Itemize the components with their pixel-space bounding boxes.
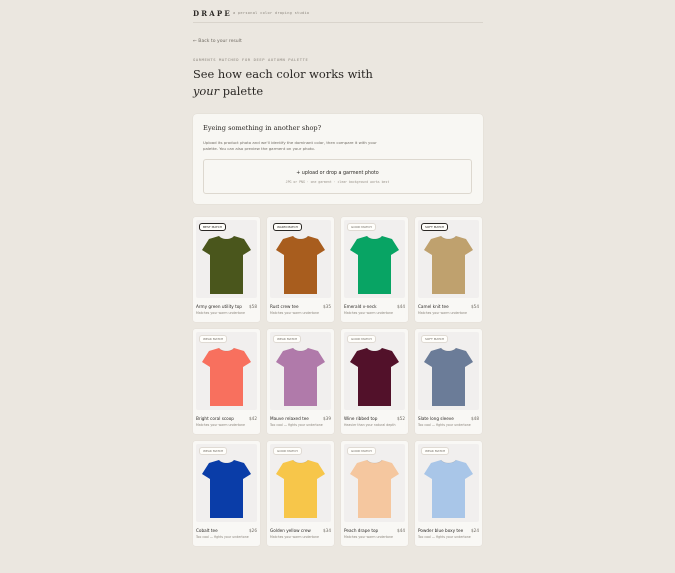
product-note: Matches your warm undertone — [196, 423, 245, 427]
tshirt-icon — [350, 235, 399, 294]
product-image: GOOD MATCH — [344, 220, 405, 298]
product-note: Heavier than your natural depth — [344, 423, 396, 427]
product-image: BEST MATCH — [196, 220, 257, 298]
product-note: Matches your warm undertone — [418, 311, 467, 315]
tshirt-icon — [424, 459, 473, 518]
upload-description: Upload its product photo and we'll ident… — [203, 140, 377, 152]
product-note: Matches your warm undertone — [270, 311, 319, 315]
product-price: $24 — [471, 528, 479, 533]
product-note: Matches your warm undertone — [344, 535, 393, 539]
product-name: Golden yellow crew — [270, 528, 311, 533]
product-name: Wine ribbed top — [344, 416, 378, 421]
garment-photo-dropzone[interactable]: + upload or drop a garment photo JPG or … — [203, 159, 472, 194]
product-image: WARM MATCH — [270, 220, 331, 298]
product-price: $54 — [471, 304, 479, 309]
title-emphasis: your — [193, 84, 220, 98]
product-price: $39 — [323, 416, 331, 421]
brand-logo[interactable]: DRAPE — [193, 9, 232, 18]
product-name: Peach drape top — [344, 528, 379, 533]
tshirt-icon — [424, 235, 473, 294]
product-note: Too cool — fights your undertone — [418, 423, 471, 427]
product-price: $44 — [397, 304, 405, 309]
tshirt-icon — [202, 459, 251, 518]
upload-heading: Eyeing something in another shop? — [203, 124, 322, 132]
product-image: GOOD MATCH — [344, 444, 405, 522]
product-note: Matches your warm undertone — [270, 535, 319, 539]
product-price: $48 — [471, 416, 479, 421]
brand-tagline: a personal color draping studio — [233, 11, 310, 15]
product-price: $58 — [249, 304, 257, 309]
product-name: Powder blue boxy tee — [418, 528, 464, 533]
title-suffix: palette — [219, 84, 264, 98]
product-price: $42 — [249, 416, 257, 421]
tshirt-icon — [276, 459, 325, 518]
tshirt-icon — [276, 235, 325, 294]
product-price: $35 — [323, 304, 331, 309]
product-card[interactable]: WEAK MATCH Cobalt tee $26 Too cool — fights… — [193, 441, 260, 546]
tshirt-icon — [202, 235, 251, 294]
product-image: GOOD MATCH — [270, 444, 331, 522]
product-name: Slate long sleeve — [418, 416, 454, 421]
product-card[interactable]: WEAK MATCH Bright coral scoop $42 Matches y… — [193, 329, 260, 434]
match-badge: GOOD MATCH — [347, 447, 376, 455]
match-badge: WEAK MATCH — [273, 335, 302, 343]
product-price: $52 — [397, 416, 405, 421]
product-image: WEAK MATCH — [270, 332, 331, 410]
product-card[interactable]: WEAK MATCH Mauve relaxed tee $39 Too cool —… — [267, 329, 334, 434]
product-name: Bright coral scoop — [196, 416, 234, 421]
match-badge: SOFT MATCH — [421, 223, 449, 231]
product-image: WEAK MATCH — [196, 332, 257, 410]
product-card[interactable]: GOOD MATCH Wine ribbed top $52 Heavier than… — [341, 329, 408, 434]
upload-card: Eyeing something in another shop? Upload… — [193, 114, 483, 204]
match-badge: GOOD MATCH — [347, 223, 376, 231]
product-name: Emerald v-neck — [344, 304, 377, 309]
product-price: $44 — [397, 528, 405, 533]
product-card[interactable]: WARM MATCH Rust crew tee $35 Matches your w… — [267, 217, 334, 322]
product-image: SOFT MATCH — [418, 332, 479, 410]
tshirt-icon — [350, 459, 399, 518]
match-badge: WEAK MATCH — [199, 335, 228, 343]
tshirt-icon — [276, 347, 325, 406]
product-image: GOOD MATCH — [344, 332, 405, 410]
section-eyebrow: GARMENTS MATCHED FOR DEEP AUTUMN PALETTE — [193, 57, 309, 62]
product-note: Matches your warm undertone — [196, 311, 245, 315]
tshirt-icon — [424, 347, 473, 406]
product-name: Mauve relaxed tee — [270, 416, 309, 421]
product-card[interactable]: SOFT MATCH Slate long sleeve $48 Too cool —… — [415, 329, 482, 434]
product-card[interactable]: GOOD MATCH Peach drape top $44 Matches your… — [341, 441, 408, 546]
match-badge: SOFT MATCH — [421, 335, 449, 343]
product-note: Too cool — fights your undertone — [418, 535, 471, 539]
product-card[interactable]: BEST MATCH Army green utility top $58 Match… — [193, 217, 260, 322]
match-badge: GOOD MATCH — [347, 335, 376, 343]
match-badge: BEST MATCH — [199, 223, 227, 231]
page-title: See how each color works with your palet… — [193, 66, 393, 100]
product-card[interactable]: WEAK MATCH Powder blue boxy tee $24 Too coo… — [415, 441, 482, 546]
tshirt-icon — [202, 347, 251, 406]
title-prefix: See how each color works with — [193, 67, 373, 81]
product-image: SOFT MATCH — [418, 220, 479, 298]
product-name: Cobalt tee — [196, 528, 218, 533]
product-card[interactable]: GOOD MATCH Golden yellow crew $34 Matches y… — [267, 441, 334, 546]
product-price: $26 — [249, 528, 257, 533]
match-badge: GOOD MATCH — [273, 447, 302, 455]
product-price: $34 — [323, 528, 331, 533]
site-header: DRAPE a personal color draping studio — [193, 9, 483, 23]
product-name: Camel knit tee — [418, 304, 449, 309]
match-badge: WEAK MATCH — [421, 447, 450, 455]
product-note: Too cool — fights your undertone — [196, 535, 249, 539]
match-badge: WEAK MATCH — [199, 447, 228, 455]
product-name: Army green utility top — [196, 304, 242, 309]
product-card[interactable]: SOFT MATCH Camel knit tee $54 Matches your … — [415, 217, 482, 322]
product-note: Matches your warm undertone — [344, 311, 393, 315]
product-note: Too cool — fights your undertone — [270, 423, 323, 427]
match-badge: WARM MATCH — [273, 223, 302, 231]
product-image: WEAK MATCH — [196, 444, 257, 522]
tshirt-icon — [350, 347, 399, 406]
product-name: Rust crew tee — [270, 304, 299, 309]
dropzone-hint: JPG or PNG · one garment · clear backgro… — [285, 180, 390, 184]
product-card[interactable]: GOOD MATCH Emerald v-neck $44 Matches your … — [341, 217, 408, 322]
dropzone-label: + upload or drop a garment photo — [296, 171, 379, 176]
back-to-result-link[interactable]: ← Back to your result — [193, 39, 242, 44]
product-image: WEAK MATCH — [418, 444, 479, 522]
